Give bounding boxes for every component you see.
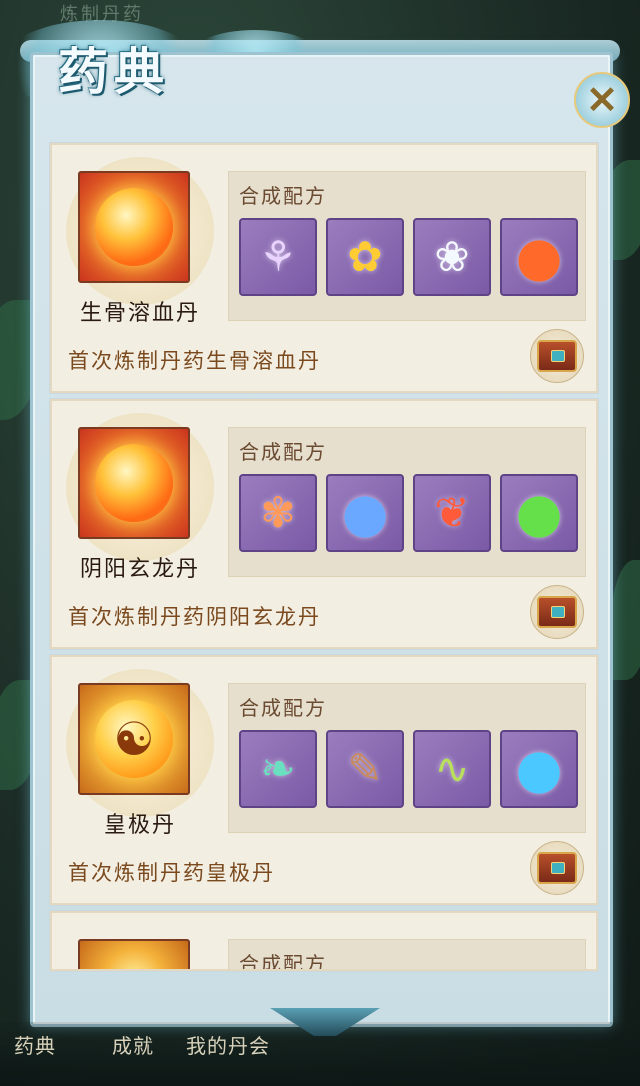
pill-recipe-card[interactable]: 阴阳玄龙丹 合成配方 ✾ ● ❦ ● 首次炼制丹药阴阳玄龙丹 bbox=[50, 399, 598, 649]
blue-water-orb-icon: ● bbox=[515, 737, 563, 800]
green-energy-orb-icon: ● bbox=[515, 481, 563, 544]
flame-feather-icon: ❦ bbox=[434, 488, 470, 537]
close-button[interactable]: ✕ bbox=[574, 72, 630, 128]
recipe-label: 合成配方 bbox=[239, 952, 327, 971]
recipe-section: 合成配方 ✾ ● ❦ ● bbox=[228, 427, 586, 577]
page-title: 药典 bbox=[58, 42, 170, 101]
menu-my-alchemy[interactable]: 我的丹会 bbox=[186, 1030, 270, 1059]
pill-image-box bbox=[78, 427, 190, 539]
pill-image-box bbox=[78, 171, 190, 283]
pill-recipe-card[interactable]: ☯ 皇极丹 合成配方 ❧ ✎ ∿ ● 首次炼制丹药皇极丹 bbox=[50, 655, 598, 905]
menu-codex[interactable]: 药典 bbox=[14, 1030, 56, 1059]
pill-name: 皇极丹 bbox=[103, 813, 176, 838]
menu-achievements[interactable]: 成就 bbox=[112, 1030, 154, 1059]
ingredient-slot[interactable]: ● bbox=[500, 474, 578, 552]
jade-herb-branch-icon: ❧ bbox=[260, 744, 296, 793]
recipe-section: 合成配方 bbox=[228, 939, 586, 971]
pill-image-box: ☯ bbox=[78, 683, 190, 795]
ingredient-slot[interactable]: ∿ bbox=[413, 730, 491, 808]
ingredient-list: ✾ ● ❦ ● bbox=[239, 474, 578, 552]
pill-recipe-card[interactable]: 生骨溶血丹 合成配方 ⚘ ✿ ❀ ● 首次炼制丹药生骨溶血丹 bbox=[50, 143, 598, 393]
fire-pill-icon bbox=[95, 188, 173, 266]
recipe-list[interactable]: 生骨溶血丹 合成配方 ⚘ ✿ ❀ ● 首次炼制丹药生骨溶血丹 阴阳玄龙丹 合成配… bbox=[50, 143, 598, 977]
green-vine-icon: ∿ bbox=[434, 744, 470, 793]
fire-pill-icon bbox=[95, 444, 173, 522]
reward-button[interactable] bbox=[530, 585, 584, 639]
blue-crystal-orb-icon: ● bbox=[341, 481, 389, 544]
recipe-label: 合成配方 bbox=[239, 696, 327, 720]
reward-button[interactable] bbox=[530, 841, 584, 895]
fire-lotus-icon: ✾ bbox=[260, 488, 296, 537]
close-x-icon: ✕ bbox=[586, 77, 618, 122]
recipe-label: 合成配方 bbox=[239, 184, 327, 208]
reward-button[interactable] bbox=[530, 329, 584, 383]
ingredient-list: ❧ ✎ ∿ ● bbox=[239, 730, 578, 808]
treasure-chest-icon bbox=[537, 340, 577, 372]
ingredient-slot[interactable]: ✾ bbox=[239, 474, 317, 552]
wooden-root-icon: ✎ bbox=[347, 744, 383, 793]
background-leaf bbox=[610, 560, 640, 680]
ingredient-slot[interactable]: ❧ bbox=[239, 730, 317, 808]
purple-lily-flower-icon: ⚘ bbox=[259, 232, 297, 281]
treasure-chest-icon bbox=[537, 852, 577, 884]
golden-flower-icon: ✿ bbox=[347, 232, 383, 281]
recipe-section: 合成配方 ❧ ✎ ∿ ● bbox=[228, 683, 586, 833]
white-lotus-icon: ❀ bbox=[434, 232, 470, 281]
fire-orb-icon: ● bbox=[515, 225, 563, 288]
ingredient-slot[interactable]: ❀ bbox=[413, 218, 491, 296]
ingredient-slot[interactable]: ● bbox=[326, 474, 404, 552]
quest-text: 首次炼制丹药阴阳玄龙丹 bbox=[68, 605, 321, 629]
ingredient-slot[interactable]: ✿ bbox=[326, 218, 404, 296]
open-treasure-chest-icon bbox=[537, 596, 577, 628]
ingredient-slot[interactable]: ✎ bbox=[326, 730, 404, 808]
recipe-label: 合成配方 bbox=[239, 440, 327, 464]
ingredient-list: ⚘ ✿ ❀ ● bbox=[239, 218, 578, 296]
ingredient-slot[interactable]: ⚘ bbox=[239, 218, 317, 296]
pill-recipe-card[interactable]: 合成配方 bbox=[50, 911, 598, 971]
pill-image-box bbox=[78, 939, 190, 969]
pill-name: 阴阳玄龙丹 bbox=[79, 557, 200, 582]
ingredient-slot[interactable]: ❦ bbox=[413, 474, 491, 552]
recipe-section: 合成配方 ⚘ ✿ ❀ ● bbox=[228, 171, 586, 321]
pill-name: 生骨溶血丹 bbox=[79, 301, 200, 326]
ingredient-slot[interactable]: ● bbox=[500, 730, 578, 808]
yin-yang-pill-icon: ☯ bbox=[95, 700, 173, 778]
ingredient-slot[interactable]: ● bbox=[500, 218, 578, 296]
quest-text: 首次炼制丹药皇极丹 bbox=[68, 861, 275, 885]
quest-text: 首次炼制丹药生骨溶血丹 bbox=[68, 349, 321, 373]
